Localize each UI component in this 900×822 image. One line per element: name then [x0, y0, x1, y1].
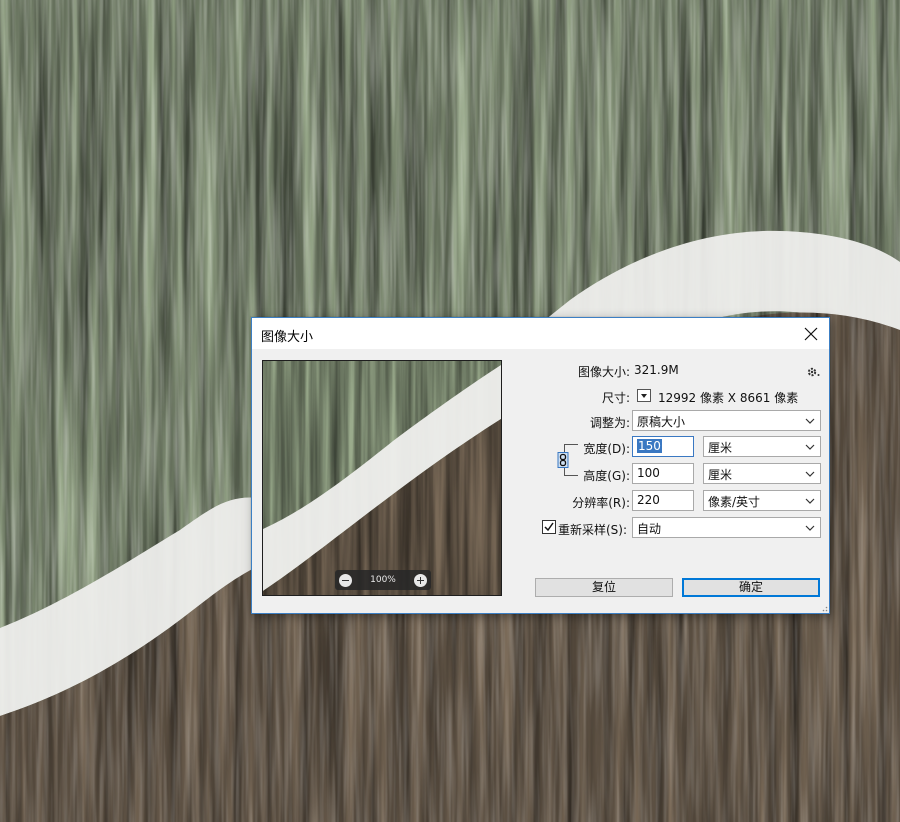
- zoom-in-icon[interactable]: [413, 573, 427, 587]
- preview-zoom-bar: 100%: [335, 570, 431, 590]
- resolution-input[interactable]: 220: [632, 490, 694, 511]
- chevron-down-icon: [805, 471, 815, 477]
- close-icon: [804, 327, 818, 341]
- chevron-down-icon: [805, 418, 815, 424]
- chevron-down-icon: [805, 498, 815, 504]
- chevron-down-icon: [805, 444, 815, 450]
- width-unit-select[interactable]: 厘米: [703, 436, 821, 457]
- width-input[interactable]: 150: [632, 436, 694, 457]
- resolution-label: 分辨率(R):: [572, 496, 630, 510]
- width-value: 150: [637, 439, 662, 453]
- fit-to-value: 原稿大小: [637, 415, 686, 429]
- fit-to-label: 调整为:: [589, 416, 630, 430]
- image-size-value: 321.9M: [634, 363, 679, 377]
- dimensions-value: 12992 像素 X 8661 像素: [658, 391, 799, 405]
- dialog-title: 图像大小: [261, 330, 314, 345]
- preview-artwork: [263, 361, 501, 595]
- resample-value: 自动: [637, 522, 662, 536]
- resolution-value: 220: [637, 493, 660, 507]
- dimensions-label: 尺寸:: [601, 391, 630, 405]
- dimensions-unit-dropdown[interactable]: [637, 389, 651, 402]
- height-value: 100: [637, 466, 660, 480]
- resize-grip-icon[interactable]: [820, 604, 828, 612]
- fit-to-select[interactable]: 原稿大小: [632, 410, 821, 431]
- dialog-titlebar[interactable]: 图像大小: [252, 318, 829, 349]
- chevron-down-icon: [805, 525, 815, 531]
- zoom-level: 100%: [370, 575, 396, 585]
- height-label: 高度(G):: [583, 469, 630, 483]
- gear-icon[interactable]: [806, 365, 820, 379]
- resample-select[interactable]: 自动: [632, 517, 821, 538]
- height-unit-value: 厘米: [708, 468, 733, 482]
- zoom-out-icon[interactable]: [339, 573, 352, 587]
- close-button[interactable]: [799, 322, 823, 346]
- checkmark-icon: [544, 522, 554, 532]
- image-size-label: 图像大小:: [577, 365, 630, 379]
- ok-button[interactable]: 确定: [682, 578, 820, 597]
- height-unit-select[interactable]: 厘米: [703, 463, 821, 484]
- reset-button[interactable]: 复位: [535, 578, 673, 597]
- resample-label: 重新采样(S):: [558, 523, 628, 537]
- image-size-dialog: 图像大小 100% 图像大小: 321.9M 尺寸: 12992 像素 X 86…: [251, 317, 830, 614]
- resample-checkbox[interactable]: [542, 520, 556, 534]
- resolution-unit-value: 像素/英寸: [708, 495, 761, 509]
- image-preview[interactable]: 100%: [262, 360, 502, 596]
- height-input[interactable]: 100: [632, 463, 694, 484]
- resolution-unit-select[interactable]: 像素/英寸: [703, 490, 821, 511]
- width-unit-value: 厘米: [708, 441, 733, 455]
- width-label: 宽度(D):: [583, 442, 630, 456]
